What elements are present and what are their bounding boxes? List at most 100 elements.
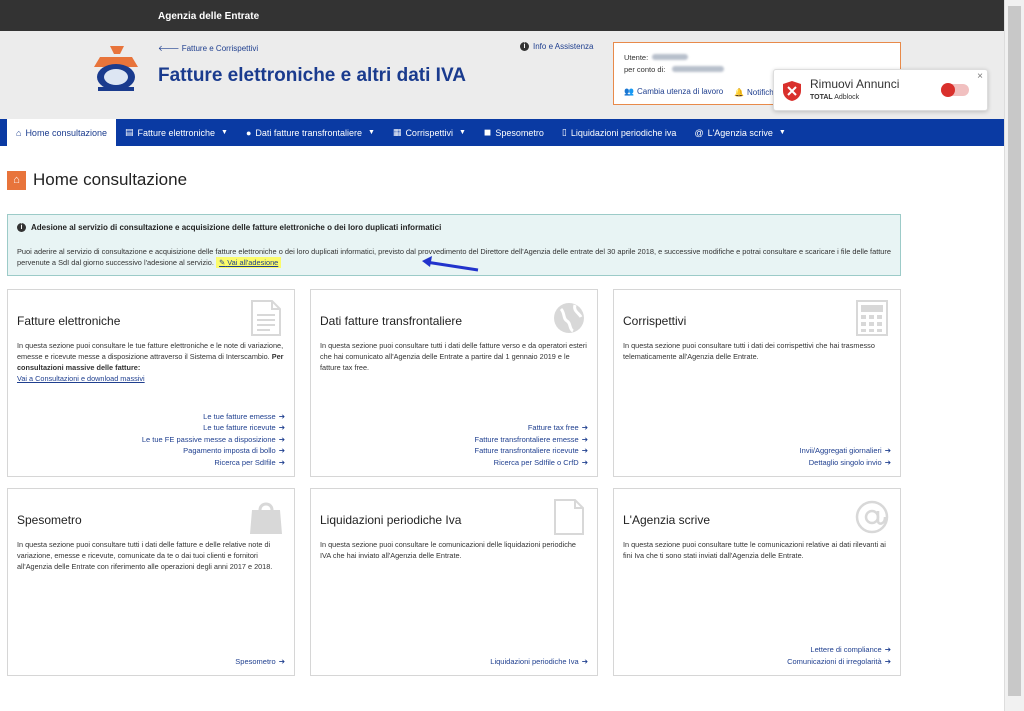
- card-links: Invii/Aggregati giornalieri ➔ Dettaglio s…: [800, 445, 891, 468]
- toggle-knob: [941, 83, 955, 97]
- document-icon: ▤: [124, 127, 134, 137]
- card-title: Corrispettivi: [623, 314, 687, 328]
- bag-icon: ◼: [483, 127, 492, 137]
- top-bar: Agenzia delle Entrate: [0, 0, 1004, 31]
- info-link[interactable]: i Info e Assistenza: [520, 42, 593, 51]
- arrow-right-icon: ➔: [581, 446, 588, 455]
- card-link-label: Fatture transfrontaliere ricevute: [474, 446, 579, 455]
- at-icon: @: [694, 127, 704, 138]
- card-link[interactable]: Comunicazioni di irregolarità ➔: [787, 656, 891, 668]
- arrow-right-icon: ➔: [884, 656, 891, 666]
- back-link-label: Fatture e Corrispettivi: [181, 44, 259, 53]
- card-link[interactable]: Fatture transfrontaliere emesse ➔: [474, 434, 588, 446]
- file-icon: ▯: [561, 127, 567, 137]
- calculator-icon: ▦: [392, 127, 402, 137]
- section-title: ⌂ Home consultazione: [7, 170, 187, 190]
- nav-item-agenzia-scrive[interactable]: @ L'Agenzia scrive ▼: [685, 119, 794, 146]
- card-transfrontaliere: Dati fatture transfrontaliere In questa …: [310, 289, 598, 477]
- arrow-right-icon: ➔: [581, 423, 588, 432]
- card-title: Spesometro: [17, 513, 82, 527]
- arrow-right-icon: ➔: [581, 656, 588, 666]
- arrow-right-icon: ➔: [581, 434, 588, 444]
- caret-down-icon: ▼: [778, 129, 786, 136]
- card-link-label: Le tue FE passive messe a disposizione: [141, 434, 276, 444]
- nav-label: Dati fatture transfrontaliere: [255, 127, 362, 138]
- card-corrispettivi: Corrispettivi In questa sezione puoi con…: [613, 289, 901, 477]
- massive-download-link[interactable]: Vai a Consultazioni e download massivi: [17, 374, 145, 383]
- arrow-right-icon: ➔: [278, 434, 285, 444]
- card-link-label: Pagamento imposta di bollo: [183, 446, 276, 455]
- card-link-label: Fatture transfrontaliere emesse: [474, 434, 579, 444]
- card-link[interactable]: Fatture tax free ➔: [474, 422, 588, 434]
- info-link-label: Info e Assistenza: [533, 42, 594, 51]
- card-link-label: Invii/Aggregati giornalieri: [799, 446, 882, 455]
- main-nav: ⌂ Home consultazione ▤ Fatture elettroni…: [0, 119, 1004, 146]
- notice-title: Adesione al servizio di consultazione e …: [31, 223, 442, 232]
- change-user-link[interactable]: 👥 Cambia utenza di lavoro: [624, 87, 723, 96]
- card-fatture-elettroniche: Fatture elettroniche In questa sezione p…: [7, 289, 295, 477]
- adblock-popup: Rimuovi Annunci TOTAL Adblock ×: [773, 69, 988, 111]
- card-link[interactable]: Invii/Aggregati giornalieri ➔: [800, 445, 891, 457]
- nav-item-fatture-elettroniche[interactable]: ▤ Fatture elettroniche ▼: [116, 119, 237, 146]
- back-link[interactable]: 🡐 Fatture e Corrispettivi: [158, 43, 258, 53]
- card-link-label: Fatture tax free: [527, 423, 579, 432]
- card-link-label: Lettere di compliance: [810, 645, 882, 654]
- adesione-link-label: Vai all'adesione: [227, 258, 279, 267]
- card-link[interactable]: Dettaglio singolo invio ➔: [800, 457, 891, 469]
- adesione-link[interactable]: ✎ Vai all'adesione: [216, 257, 282, 268]
- arrow-right-icon: ➔: [278, 457, 285, 467]
- document-icon: [251, 300, 281, 336]
- info-icon: i: [520, 42, 529, 51]
- card-link-label: Ricerca per SdIfile o CrfD: [493, 457, 579, 467]
- card-link-label: Dettaglio singolo invio: [808, 457, 882, 467]
- card-link[interactable]: Lettere di compliance ➔: [787, 644, 891, 656]
- notice-header: i Adesione al servizio di consultazione …: [17, 223, 441, 232]
- card-desc-text: In questa sezione puoi consultare le tue…: [17, 341, 284, 361]
- scrollbar-thumb[interactable]: [1008, 6, 1021, 696]
- card-description: In questa sezione puoi consultare tutte …: [623, 540, 886, 560]
- card-description: In questa sezione puoi consultare tutti …: [623, 341, 875, 361]
- arrow-right-icon: ➔: [884, 645, 891, 654]
- adblock-toggle[interactable]: [941, 83, 969, 97]
- card-description: In questa sezione puoi consultare tutti …: [17, 540, 273, 571]
- close-icon[interactable]: ×: [977, 71, 983, 82]
- card-title: L'Agenzia scrive: [623, 513, 710, 527]
- caret-down-icon: ▼: [367, 129, 375, 136]
- nav-label: L'Agenzia scrive: [707, 127, 773, 138]
- caret-down-icon: ▼: [221, 129, 228, 136]
- arrow-right-icon: ➔: [278, 446, 285, 455]
- globe-icon: ●: [245, 127, 252, 138]
- card-link[interactable]: Le tue FE passive messe a disposizione ➔: [142, 434, 285, 446]
- card-description: In questa sezione puoi consultare tutti …: [320, 341, 587, 372]
- file-icon: [554, 499, 584, 535]
- nav-item-liquidazioni[interactable]: ▯ Liquidazioni periodiche iva: [553, 119, 686, 146]
- nav-item-dati-transfrontaliere[interactable]: ● Dati fatture transfrontaliere ▼: [237, 119, 384, 146]
- arrow-right-icon: ➔: [278, 656, 285, 666]
- card-title: Liquidazioni periodiche Iva: [320, 513, 462, 527]
- card-link-label: Spesometro: [235, 656, 276, 666]
- card-link-label: Liquidazioni periodiche Iva: [490, 656, 579, 666]
- adblock-brand-line: TOTAL Adblock: [810, 94, 859, 101]
- nav-item-spesometro[interactable]: ◼ Spesometro: [475, 119, 553, 146]
- nav-item-home-consultazione[interactable]: ⌂ Home consultazione: [7, 119, 116, 146]
- nav-label: Home consultazione: [25, 127, 107, 138]
- adesione-notice: i Adesione al servizio di consultazione …: [7, 214, 901, 276]
- card-link[interactable]: Fatture transfrontaliere ricevute ➔: [474, 445, 588, 457]
- page-header: 🡐 Fatture e Corrispettivi Fatture elettr…: [0, 31, 1004, 119]
- nav-label: Spesometro: [495, 127, 544, 138]
- card-link[interactable]: Pagamento imposta di bollo ➔: [142, 445, 285, 457]
- nav-item-corrispettivi[interactable]: ▦ Corrispettivi ▼: [384, 119, 475, 146]
- arrow-right-icon: ➔: [278, 423, 285, 432]
- vertical-scrollbar[interactable]: [1004, 0, 1024, 711]
- card-link[interactable]: Le tue fatture emesse ➔: [142, 411, 285, 423]
- agency-logo-icon: [94, 46, 138, 91]
- card-link-label: Comunicazioni di irregolarità: [787, 656, 882, 666]
- nav-label: Liquidazioni periodiche iva: [570, 127, 677, 138]
- card-link[interactable]: Liquidazioni periodiche Iva ➔: [490, 656, 588, 668]
- at-icon: [855, 500, 889, 534]
- card-link[interactable]: Ricerca per SdIfile o CrfD ➔: [474, 457, 588, 469]
- card-link[interactable]: Spesometro ➔: [235, 656, 285, 668]
- card-link[interactable]: Le tue fatture ricevute ➔: [142, 422, 285, 434]
- arrow-left-icon: 🡐: [158, 44, 180, 53]
- card-link[interactable]: Ricerca per SdIfile ➔: [142, 457, 285, 469]
